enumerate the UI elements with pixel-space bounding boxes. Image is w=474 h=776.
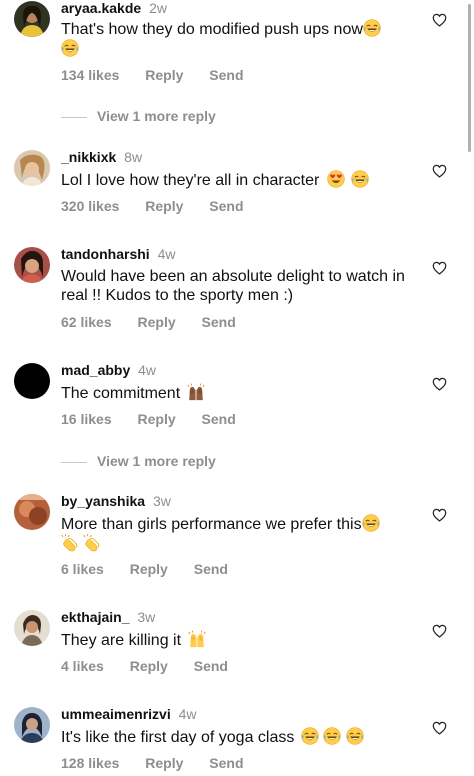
laughing-emoji-icon (362, 514, 380, 532)
username[interactable]: ekthajain_ (61, 609, 129, 625)
reply-button[interactable]: Reply (138, 314, 176, 330)
comment-actions: 62 likes Reply Send (61, 314, 236, 330)
reply-button[interactable]: Reply (145, 198, 183, 214)
comment-header: _nikkixk 8w (61, 149, 142, 165)
laughing-emoji-icon (346, 727, 364, 745)
likes-count[interactable]: 320 likes (61, 198, 119, 214)
likes-count[interactable]: 6 likes (61, 561, 104, 577)
send-button[interactable]: Send (202, 411, 236, 427)
reply-button[interactable]: Reply (138, 411, 176, 427)
comment-header: mad_abby 4w (61, 362, 156, 378)
laughing-emoji-icon (61, 39, 79, 57)
view-more-replies-button[interactable]: View 1 more reply (61, 453, 216, 469)
timestamp: 2w (149, 0, 167, 16)
like-heart-icon[interactable] (432, 508, 447, 522)
timestamp: 4w (138, 362, 157, 378)
comment-body: Would have been an absolute delight to w… (61, 268, 405, 304)
laughing-emoji-icon (363, 19, 381, 37)
clapping-hands-emoji-icon (61, 534, 79, 552)
timestamp: 8w (124, 149, 143, 165)
likes-count[interactable]: 62 likes (61, 314, 112, 330)
send-button[interactable]: Send (194, 658, 228, 674)
comment-text: It's like the first day of yoga class (61, 727, 411, 747)
avatar[interactable] (14, 247, 50, 283)
comment-text: The commitment (61, 383, 411, 403)
avatar[interactable] (14, 363, 50, 399)
comment-actions: 320 likes Reply Send (61, 198, 244, 214)
likes-count[interactable]: 128 likes (61, 755, 119, 771)
raised-hands-emoji-icon (187, 383, 205, 401)
comment-text: Lol I love how they're all in character (61, 170, 411, 190)
likes-count[interactable]: 134 likes (61, 67, 119, 83)
likes-count[interactable]: 4 likes (61, 658, 104, 674)
comment-text: More than girls performance we prefer th… (61, 514, 411, 554)
comment-body: The commitment (61, 385, 181, 402)
like-heart-icon[interactable] (432, 13, 447, 27)
username[interactable]: mad_abby (61, 362, 130, 378)
send-button[interactable]: Send (209, 67, 243, 83)
avatar[interactable] (14, 494, 50, 530)
comment-actions: 4 likes Reply Send (61, 658, 228, 674)
timestamp: 3w (137, 609, 156, 625)
send-button[interactable]: Send (202, 314, 236, 330)
comment-text: They are killing it (61, 630, 411, 650)
avatar[interactable] (14, 1, 50, 37)
comment-body: Lol I love how they're all in character (61, 172, 320, 189)
laughing-emoji-icon (323, 727, 341, 745)
reply-divider-line (61, 116, 87, 118)
timestamp: 4w (157, 246, 176, 262)
reply-button[interactable]: Reply (145, 67, 183, 83)
comment-header: tandonharshi 4w (61, 246, 175, 262)
comment-actions: 6 likes Reply Send (61, 561, 228, 577)
raised-hands-emoji-icon (188, 630, 206, 648)
timestamp: 4w (178, 706, 197, 722)
heart-eyes-emoji-icon (327, 170, 345, 188)
comment-body: That's how they do modified push ups now (61, 21, 363, 38)
username[interactable]: aryaa.kakde (61, 0, 141, 16)
likes-count[interactable]: 16 likes (61, 411, 112, 427)
like-heart-icon[interactable] (432, 624, 447, 638)
like-heart-icon[interactable] (432, 261, 447, 275)
comment-body: It's like the first day of yoga class (61, 729, 295, 746)
clapping-hands-emoji-icon (83, 534, 101, 552)
view-more-replies-button[interactable]: View 1 more reply (61, 108, 216, 124)
laughing-emoji-icon (351, 170, 369, 188)
like-heart-icon[interactable] (432, 377, 447, 391)
like-heart-icon[interactable] (432, 721, 447, 735)
comment-header: aryaa.kakde 2w (61, 0, 167, 16)
comment-body: More than girls performance we prefer th… (61, 516, 362, 533)
view-replies-label: View 1 more reply (97, 453, 216, 469)
comment-header: ekthajain_ 3w (61, 609, 155, 625)
timestamp: 3w (152, 493, 171, 509)
username[interactable]: by_yanshika (61, 493, 145, 509)
like-heart-icon[interactable] (432, 164, 447, 178)
comment-header: ummeaimenrizvi 4w (61, 706, 197, 722)
avatar[interactable] (14, 610, 50, 646)
comment-actions: 128 likes Reply Send (61, 755, 244, 771)
avatar[interactable] (14, 150, 50, 186)
send-button[interactable]: Send (194, 561, 228, 577)
username[interactable]: tandonharshi (61, 246, 150, 262)
comment-header: by_yanshika 3w (61, 493, 171, 509)
reply-button[interactable]: Reply (130, 658, 168, 674)
username[interactable]: ummeaimenrizvi (61, 706, 171, 722)
laughing-emoji-icon (301, 727, 319, 745)
avatar[interactable] (14, 707, 50, 743)
scrollbar[interactable] (468, 4, 471, 152)
comment-text: That's how they do modified push ups now (61, 19, 411, 59)
reply-button[interactable]: Reply (145, 755, 183, 771)
send-button[interactable]: Send (209, 755, 243, 771)
send-button[interactable]: Send (209, 198, 243, 214)
username[interactable]: _nikkixk (61, 149, 116, 165)
reply-divider-line (61, 461, 87, 463)
comment-actions: 134 likes Reply Send (61, 67, 244, 83)
view-replies-label: View 1 more reply (97, 108, 216, 124)
comment-actions: 16 likes Reply Send (61, 411, 236, 427)
reply-button[interactable]: Reply (130, 561, 168, 577)
comment-body: They are killing it (61, 632, 182, 649)
